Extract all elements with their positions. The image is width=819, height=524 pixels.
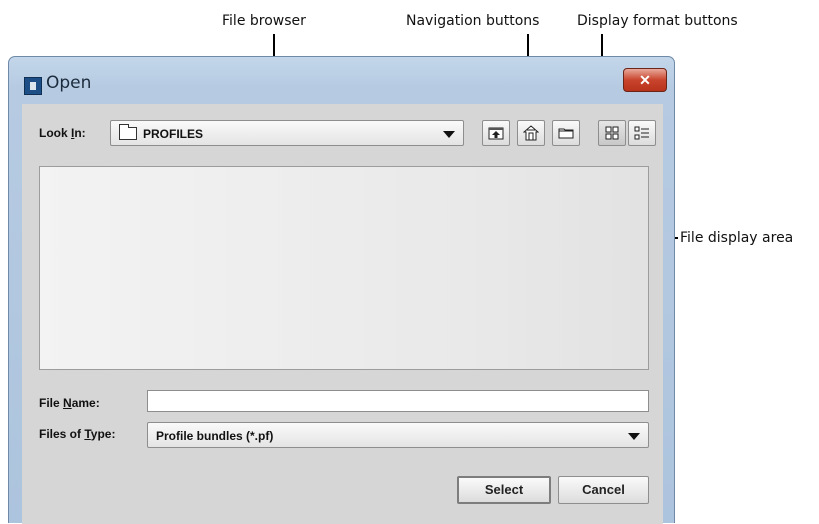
cancel-button[interactable]: Cancel <box>558 476 649 504</box>
open-dialog: Open ✕ Look In: PROFILES File Name: File… <box>8 56 675 524</box>
list-view-button[interactable] <box>598 120 626 146</box>
files-of-type-value: Profile bundles (*.pf) <box>156 429 274 443</box>
file-browser-callout: File browser <box>222 13 306 29</box>
file-name-input[interactable] <box>147 390 649 412</box>
navigation-buttons-callout: Navigation buttons <box>406 13 540 29</box>
file-name-label: File Name: <box>39 396 100 410</box>
details-view-button[interactable] <box>628 120 656 146</box>
dialog-title: Open <box>46 73 92 93</box>
details-view-icon <box>634 126 649 140</box>
file-display-area-callout: File display area <box>680 230 794 246</box>
dialog-content: Look In: PROFILES File Name: Files of Ty… <box>22 104 663 524</box>
close-icon: ✕ <box>639 72 651 88</box>
home-button[interactable] <box>517 120 545 146</box>
list-view-icon <box>605 126 619 140</box>
app-icon <box>24 77 42 95</box>
new-folder-icon <box>558 128 574 139</box>
close-button[interactable]: ✕ <box>623 68 667 92</box>
select-button[interactable]: Select <box>457 476 551 504</box>
home-icon <box>523 125 539 141</box>
up-one-level-button[interactable] <box>482 120 510 146</box>
look-in-value: PROFILES <box>143 127 204 141</box>
folder-icon <box>119 124 137 140</box>
look-in-dropdown[interactable]: PROFILES <box>110 120 464 146</box>
up-one-level-icon <box>488 127 504 140</box>
file-display-area[interactable] <box>39 166 649 370</box>
chevron-down-icon <box>443 131 455 138</box>
files-of-type-dropdown[interactable]: Profile bundles (*.pf) <box>147 422 649 448</box>
new-folder-button[interactable] <box>552 120 580 146</box>
files-of-type-label: Files of Type: <box>39 427 116 441</box>
chevron-down-icon <box>628 433 640 440</box>
look-in-label: Look In: <box>39 126 86 140</box>
display-format-buttons-callout: Display format buttons <box>577 13 738 29</box>
